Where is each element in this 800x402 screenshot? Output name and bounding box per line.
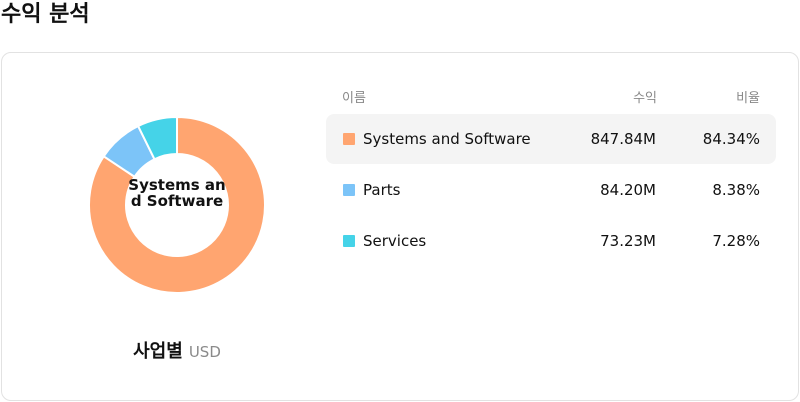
revenue-card: Systems and Software 사업별 USD 이름 수익 비율 Sys… <box>1 52 799 401</box>
header-name: 이름 <box>342 91 366 106</box>
row-name: Systems and Software <box>363 130 531 148</box>
legend-swatch <box>343 133 355 145</box>
row-revenue: 84.20M <box>600 181 656 199</box>
donut-center-label: Systems and Software <box>128 176 226 210</box>
legend-swatch <box>343 184 355 196</box>
donut-chart: Systems and Software <box>87 115 267 295</box>
table-header: 이름 수익 비율 <box>342 87 762 106</box>
header-revenue: 수익 <box>633 91 657 106</box>
page-title: 수익 분석 <box>1 2 90 27</box>
row-name: Services <box>363 232 427 250</box>
row-revenue: 73.23M <box>600 232 656 250</box>
table-row-services[interactable]: Services 73.23M 7.28% <box>326 216 776 266</box>
header-rate: 비율 <box>736 91 760 106</box>
table-row-parts[interactable]: Parts 84.20M 8.38% <box>326 165 776 215</box>
legend-swatch <box>343 235 355 247</box>
row-rate: 8.38% <box>712 181 760 199</box>
table-row-systems[interactable]: Systems and Software 847.84M 84.34% <box>326 114 776 164</box>
row-rate: 84.34% <box>702 130 760 148</box>
chart-caption: 사업별 USD <box>2 337 352 363</box>
caption-unit: USD <box>188 343 221 361</box>
row-rate: 7.28% <box>712 232 760 250</box>
row-revenue: 847.84M <box>590 130 656 148</box>
row-name: Parts <box>363 181 401 199</box>
caption-title: 사업별 <box>133 341 183 362</box>
